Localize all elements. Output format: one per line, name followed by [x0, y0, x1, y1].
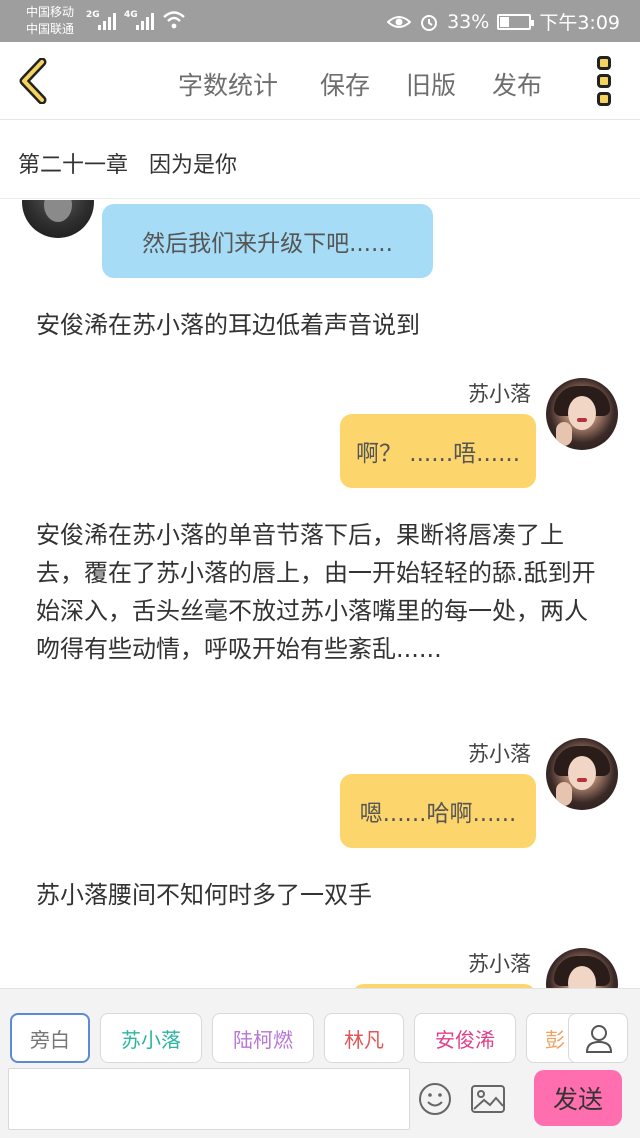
carrier-2: 中国联通 [26, 22, 75, 36]
role-label: 陆柯燃 [233, 1027, 293, 1052]
old-version-button[interactable]: 旧版 [406, 66, 456, 102]
image-icon[interactable] [470, 1082, 506, 1116]
avatar-su-xiaoluo[interactable] [546, 948, 618, 988]
editor-toolbar: 字数统计 保存 旧版 发布 [0, 42, 640, 120]
message-bubble-left[interactable]: 然后我们来升级下吧...... [102, 204, 433, 278]
role-chip-su-xiaoluo[interactable]: 苏小落 [100, 1013, 202, 1063]
publish-button[interactable]: 发布 [492, 66, 542, 102]
role-chip-lu-keran[interactable]: 陆柯燃 [212, 1013, 314, 1063]
status-bar: 中国移动 中国联通 2G 4G 33% 下午3:09 [0, 0, 640, 42]
word-count-button[interactable]: 字数统计 [178, 66, 278, 102]
narration-text[interactable]: 安俊浠在苏小落的耳边低着声音说到 [36, 306, 608, 344]
add-role-button[interactable] [568, 1013, 628, 1063]
save-button[interactable]: 保存 [320, 66, 370, 102]
role-label: 旁白 [30, 1027, 70, 1052]
role-chip-lin-fan[interactable]: 林凡 [324, 1013, 404, 1063]
speaker-name: 苏小落 [468, 742, 531, 766]
person-icon [585, 1025, 613, 1053]
carrier-names: 中国移动 中国联通 [26, 4, 74, 38]
avatar-su-xiaoluo[interactable] [546, 378, 618, 450]
role-label: 安俊浠 [435, 1027, 495, 1052]
message-text: 啊？ ......唔...... [355, 441, 521, 467]
speaker-name: 苏小落 [468, 952, 531, 976]
message-text: 然后我们来升级下吧...... [142, 231, 393, 257]
alarm-icon [421, 14, 438, 31]
message-bubble-right[interactable]: 啊？ ......唔...... [340, 414, 536, 488]
avatar-male[interactable] [22, 200, 94, 238]
narration-text[interactable]: 苏小落腰间不知何时多了一双手 [36, 876, 608, 914]
story-content[interactable]: 然后我们来升级下吧...... 安俊浠在苏小落的耳边低着声音说到 苏小落 啊？ … [0, 200, 640, 988]
message-input[interactable] [8, 1068, 410, 1130]
role-label: 苏小落 [121, 1027, 181, 1052]
speaker-name: 苏小落 [468, 382, 531, 406]
message-text: 嗯......哈啊...... [359, 801, 517, 827]
signal-2-icon [136, 12, 154, 30]
send-button[interactable]: 发送 [534, 1070, 622, 1126]
message-bubble-right[interactable]: 嗯......哈啊...... [340, 774, 536, 848]
battery-icon [497, 13, 535, 30]
role-chip-an-junxi[interactable]: 安俊浠 [414, 1013, 516, 1063]
back-arrow-icon[interactable] [14, 58, 54, 104]
battery-percent: 33% [447, 10, 490, 33]
role-selector: 旁白 苏小落 陆柯燃 林凡 安俊浠 彭 [0, 988, 640, 1068]
more-menu-icon[interactable] [594, 56, 614, 108]
role-label: 林凡 [344, 1027, 384, 1052]
emoji-icon[interactable] [418, 1082, 452, 1116]
signal-1-icon [98, 12, 116, 30]
wifi-icon [163, 11, 185, 29]
chapter-title[interactable]: 第二十一章 因为是你 [18, 147, 237, 179]
avatar-su-xiaoluo[interactable] [546, 738, 618, 810]
carrier-1: 中国移动 [26, 5, 75, 19]
input-bar: 发送 [0, 1068, 640, 1138]
role-label: 彭 [545, 1027, 565, 1052]
role-chip-narrator[interactable]: 旁白 [10, 1013, 90, 1063]
chapter-header: 第二十一章 因为是你 [0, 121, 640, 199]
eye-icon [387, 15, 412, 28]
clock: 下午3:09 [539, 12, 620, 34]
narration-text[interactable]: 安俊浠在苏小落的单音节落下后，果断将唇凑了上去，覆在了苏小落的唇上，由一开始轻轻… [36, 516, 608, 668]
